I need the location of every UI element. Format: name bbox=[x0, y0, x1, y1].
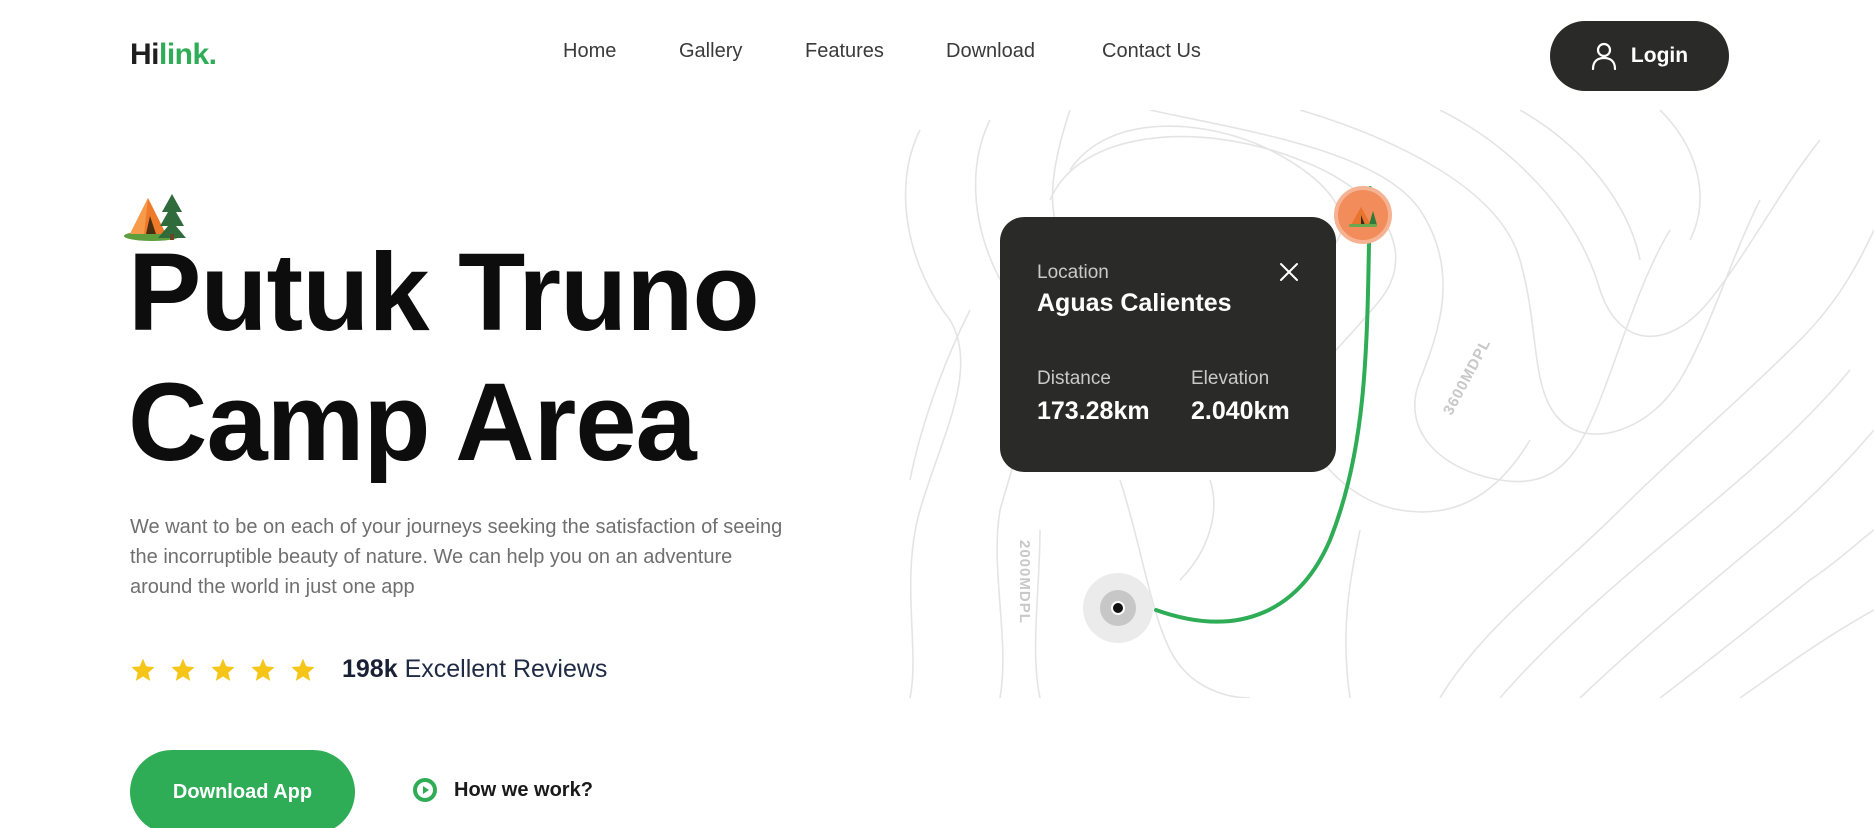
destination-pin[interactable] bbox=[1334, 186, 1392, 244]
hero-title-line1: Putuk Truno bbox=[128, 231, 760, 354]
header: Hilink. Home Gallery Features Download C… bbox=[0, 0, 1874, 110]
star-icon bbox=[211, 658, 235, 681]
how-we-work-link[interactable]: How we work? bbox=[412, 777, 593, 803]
star-icon bbox=[171, 658, 195, 681]
hero-title-line2: Camp Area bbox=[128, 361, 697, 484]
nav-features[interactable]: Features bbox=[805, 40, 884, 63]
how-we-work-label: How we work? bbox=[454, 778, 593, 801]
location-card: Location Aguas Calientes Distance 173.28… bbox=[1000, 217, 1336, 472]
location-value: Aguas Calientes bbox=[1037, 289, 1232, 317]
location-label: Location bbox=[1037, 262, 1109, 283]
nav-contact-us[interactable]: Contact Us bbox=[1102, 40, 1201, 63]
logo-link: link. bbox=[159, 38, 217, 71]
close-icon[interactable] bbox=[1278, 261, 1300, 283]
user-icon bbox=[1591, 42, 1617, 70]
start-marker-dot bbox=[1111, 601, 1125, 615]
logo-hi: Hi bbox=[130, 38, 160, 71]
distance-label: Distance bbox=[1037, 368, 1111, 389]
elevation-label: Elevation bbox=[1191, 368, 1270, 389]
reviews-count: 198k bbox=[342, 655, 398, 683]
hero-description: We want to be on each of your journeys s… bbox=[130, 516, 783, 598]
download-app-button[interactable]: Download App bbox=[130, 750, 355, 828]
hero-title: Putuk Truno Camp Area bbox=[128, 228, 760, 488]
start-marker[interactable] bbox=[1083, 573, 1153, 643]
contour-label-2000: 2000MDPL bbox=[1016, 540, 1033, 624]
distance-value: 173.28km bbox=[1037, 397, 1150, 425]
elevation-value: 2.040km bbox=[1191, 397, 1290, 425]
star-icon bbox=[131, 658, 155, 681]
logo[interactable]: Hilink. bbox=[130, 38, 217, 72]
play-circle-icon bbox=[413, 778, 437, 802]
nav-download[interactable]: Download bbox=[946, 40, 1035, 63]
tent-icon bbox=[1349, 207, 1377, 227]
login-button[interactable]: Login bbox=[1550, 21, 1729, 91]
nav-gallery[interactable]: Gallery bbox=[679, 40, 742, 63]
reviews-label: Excellent Reviews bbox=[404, 655, 608, 683]
star-rating bbox=[130, 657, 316, 683]
star-icon bbox=[251, 658, 275, 681]
reviews-text: 198k Excellent Reviews bbox=[342, 655, 607, 684]
login-label: Login bbox=[1630, 44, 1689, 67]
nav-home[interactable]: Home bbox=[563, 40, 616, 63]
star-icon bbox=[291, 658, 315, 681]
rating: 198k Excellent Reviews bbox=[130, 655, 607, 684]
